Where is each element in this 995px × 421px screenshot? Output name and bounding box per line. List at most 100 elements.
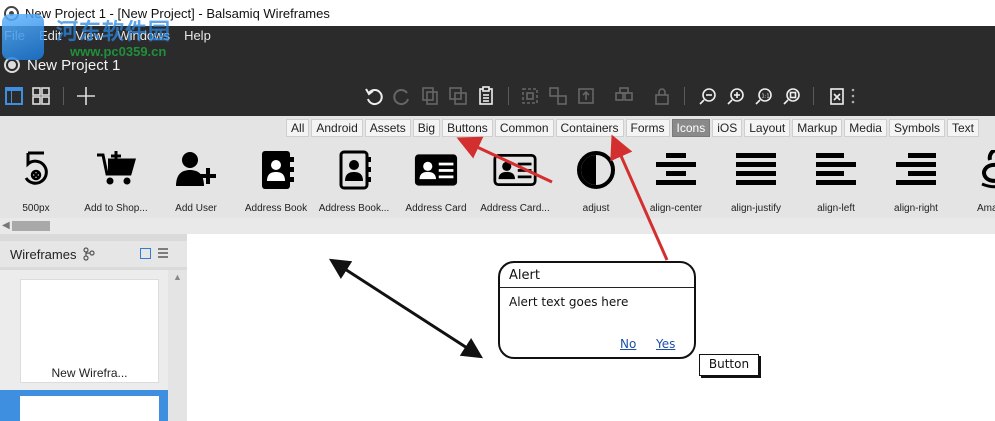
category-tab-big[interactable]: Big [412,119,441,137]
library-item-label: Add User [175,203,217,214]
project-row: New Project 1 [0,54,120,76]
window-title-bar: New Project 1 - [New Project] - Balsamiq… [0,0,995,26]
category-tab-text[interactable]: Text [946,119,979,137]
library-item[interactable]: adjust [557,144,635,216]
library-item-label: align-right [894,203,938,214]
duplicate-icon [446,84,470,108]
library-item-label: Address Card [405,203,467,214]
library-item[interactable]: Add User [157,144,235,216]
alert-mockup[interactable]: Alert Alert text goes here No Yes [498,261,696,359]
align-center-icon [654,150,698,190]
category-tab-buttons[interactable]: Buttons [442,119,493,137]
alert-title: Alert [509,268,540,283]
address-card-icon [414,150,458,190]
wireframes-panel-header: Wireframes [0,241,187,267]
category-tab-layout[interactable]: Layout [744,119,791,137]
library-icons: 500px Add to Shop... Add User Address Bo… [0,144,995,216]
zoom-in-icon[interactable] [724,84,748,108]
delete-clipboard-icon[interactable] [825,84,849,108]
undo-icon[interactable] [362,84,386,108]
menu-help[interactable]: Help [177,28,218,43]
branch-icon[interactable] [82,247,96,261]
actual-size-icon[interactable]: 1:1 [752,84,776,108]
wireframes-scrollbar[interactable]: ▲ [168,270,187,421]
send-back-icon [612,84,636,108]
align-right-icon [894,150,938,190]
thumbnail-view-icon[interactable] [140,248,151,259]
category-tab-all[interactable]: All [286,119,310,137]
library-item[interactable]: align-left [797,144,875,216]
group-icon [518,84,542,108]
library-item[interactable]: Address Card [397,144,475,216]
library-item-label: Address Book... [318,203,390,214]
wireframes-panel: Wireframes New Wirefra... ▲ [0,234,187,421]
button-mockup[interactable]: Button [699,354,759,376]
menu-windows[interactable]: Windows [110,28,177,43]
category-tab-icons[interactable]: Icons [671,119,711,137]
adjust-icon [574,150,618,190]
scrollbar-thumb[interactable] [12,221,50,231]
grid-view-icon[interactable] [29,84,53,108]
category-tab-symbols[interactable]: Symbols [888,119,945,137]
align-left-icon [814,150,858,190]
address-book-outline-icon [332,150,376,190]
align-justify-icon [734,150,778,190]
address-card-outline-icon [493,150,537,190]
alert-no-link[interactable]: No [620,337,636,351]
library-item[interactable]: align-justify [717,144,795,216]
library-item[interactable]: align-right [877,144,955,216]
500px-icon [14,150,58,190]
list-view-icon[interactable] [157,247,169,259]
library-item[interactable]: Add to Shop... [77,144,155,216]
library-item[interactable]: align-center [637,144,715,216]
library-item[interactable]: Address Book [237,144,315,216]
address-book-icon [254,150,298,190]
main-toolbar: 1:1 [0,81,995,111]
menu-edit[interactable]: Edit [32,28,68,43]
alert-yes-link[interactable]: Yes [656,337,675,351]
library-item-label: Ama [977,203,995,214]
menu-file[interactable]: File [0,28,32,43]
add-icon[interactable] [74,84,98,108]
category-tab-assets[interactable]: Assets [364,119,411,137]
category-tab-markup[interactable]: Markup [792,119,843,137]
library-item-label: adjust [582,203,610,214]
ungroup-icon [546,84,570,108]
window-title: New Project 1 - [New Project] - Balsamiq… [25,5,330,21]
bring-front-icon [574,84,598,108]
add-to-shopping-cart-icon [94,150,138,190]
library-item[interactable]: 500px [0,144,75,216]
scroll-up-icon[interactable]: ▲ [173,272,182,282]
more-options-icon[interactable] [848,84,858,108]
svg-text:1:1: 1:1 [762,94,770,100]
category-tab-containers[interactable]: Containers [555,119,624,137]
wireframe-thumbnail-selected[interactable] [0,390,168,421]
category-tab-forms[interactable]: Forms [625,119,670,137]
library-item-label: align-justify [730,203,782,214]
redo-icon [390,84,414,108]
library-item[interactable]: Address Book... [315,144,393,216]
library-item[interactable]: Ama [957,144,995,216]
library-categories: All Android Assets Big Buttons Common Containe… [284,119,979,137]
single-view-icon[interactable] [2,84,26,108]
menu-bar: File Edit View Windows Help [0,26,218,44]
library-scrollbar[interactable]: ◀ [0,218,995,234]
alert-divider [500,287,694,288]
zoom-out-icon[interactable] [696,84,720,108]
category-tab-common[interactable]: Common [494,119,554,137]
category-tab-media[interactable]: Media [844,119,887,137]
category-tab-ios[interactable]: iOS [712,119,743,137]
library-item[interactable]: Address Card... [476,144,554,216]
category-tab-android[interactable]: Android [311,119,363,137]
menu-view[interactable]: View [68,28,110,43]
library-item-label: Address Book [244,203,308,214]
wireframe-canvas[interactable]: Alert Alert text goes here No Yes Button [187,234,995,421]
fit-screen-icon[interactable] [780,84,804,108]
amazon-icon [974,150,995,190]
wireframes-panel-title: Wireframes [10,246,77,262]
alert-text: Alert text goes here [509,295,629,309]
project-name[interactable]: New Project 1 [27,57,120,74]
wireframe-thumbnail-label: New Wirefra... [51,366,128,380]
paste-icon[interactable] [474,84,498,108]
scroll-left-icon[interactable]: ◀ [2,220,10,231]
